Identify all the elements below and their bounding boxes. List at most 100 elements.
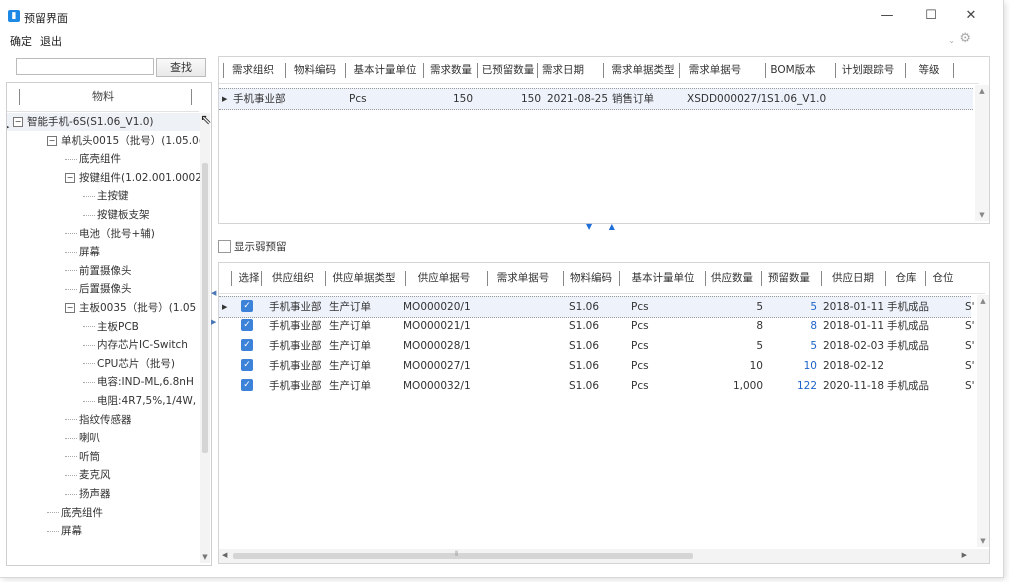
column-divider[interactable]: [487, 271, 488, 286]
supply-vertical-scrollbar[interactable]: ▲ ▼: [977, 295, 989, 547]
column-divider[interactable]: [765, 63, 766, 78]
column-header[interactable]: 物料编码: [289, 57, 341, 83]
tree-node[interactable]: 电容:IND-ML,6.8nH: [7, 373, 201, 391]
cell-reserve-qty[interactable]: 122: [773, 376, 817, 396]
column-divider[interactable]: [325, 271, 326, 286]
column-divider[interactable]: [423, 63, 424, 78]
tree-node[interactable]: CPU芯片（批号): [7, 355, 201, 373]
table-row[interactable]: ▶ 手机事业部 Pcs 150 150 2021-08-25 销售订单 XSDD…: [219, 88, 973, 110]
column-divider[interactable]: [405, 271, 406, 286]
collapse-icon[interactable]: −: [65, 172, 75, 183]
scroll-down-icon[interactable]: ▼: [200, 553, 210, 561]
tree-node[interactable]: 主按键: [7, 187, 201, 205]
tree-node[interactable]: 喇叭: [7, 429, 201, 447]
column-header[interactable]: 供应组织: [265, 263, 321, 293]
column-divider[interactable]: [285, 63, 286, 78]
column-divider[interactable]: [191, 89, 192, 105]
column-divider[interactable]: [261, 271, 262, 286]
table-row[interactable]: ✓ 手机事业部 生产订单 MO000027/1 S1.06 Pcs 10 10 2018-02-…: [219, 356, 975, 376]
menu-confirm[interactable]: 确定: [10, 33, 32, 49]
column-header[interactable]: 选择: [235, 263, 263, 293]
column-divider[interactable]: [953, 63, 954, 78]
column-divider[interactable]: [885, 271, 886, 286]
select-checkbox[interactable]: ✓: [241, 339, 253, 351]
column-header[interactable]: 计划跟踪号: [839, 57, 897, 83]
column-header[interactable]: 等级: [909, 57, 949, 83]
scroll-up-icon[interactable]: ▲: [975, 87, 989, 95]
column-header[interactable]: 仓位: [929, 263, 957, 293]
cell-reserve-qty[interactable]: 10: [773, 356, 817, 376]
select-checkbox[interactable]: ✓: [241, 300, 253, 312]
tree-node[interactable]: 扬声器: [7, 485, 201, 503]
tree-node[interactable]: 电池（批号+辅): [7, 225, 201, 243]
column-divider[interactable]: [537, 63, 538, 78]
scroll-left-icon[interactable]: ◀: [222, 551, 227, 559]
cell-reserve-qty[interactable]: 5: [773, 297, 817, 317]
column-header[interactable]: 供应数量: [709, 263, 755, 293]
select-checkbox[interactable]: ✓: [241, 359, 253, 371]
tree-vertical-scrollbar[interactable]: ▼: [200, 113, 210, 563]
tree-node[interactable]: 按键板支架: [7, 206, 201, 224]
tree-node[interactable]: 指纹传感器: [7, 411, 201, 429]
chevron-up-icon[interactable]: ▲: [609, 222, 615, 231]
column-divider[interactable]: [477, 63, 478, 78]
checkbox[interactable]: [218, 240, 231, 253]
column-divider[interactable]: [835, 63, 836, 78]
column-header[interactable]: 需求数量: [427, 57, 475, 83]
chevron-down-icon[interactable]: ▼: [586, 222, 592, 231]
splitter-right-icon[interactable]: ▶: [211, 318, 216, 326]
column-divider[interactable]: [231, 271, 232, 286]
tree-node[interactable]: 内存芯片IC-Switch: [7, 336, 201, 354]
scroll-down-icon[interactable]: ▼: [977, 537, 989, 545]
column-header[interactable]: 需求单据号: [683, 57, 747, 83]
tree-node[interactable]: 屏幕: [7, 243, 201, 261]
table-row[interactable]: ✓ 手机事业部 生产订单 MO000028/1 S1.06 Pcs 5 5 2018-02-03…: [219, 336, 975, 356]
close-button[interactable]: ✕: [958, 6, 984, 26]
supply-horizontal-scrollbar[interactable]: ◀ ⦀ ▶: [219, 549, 989, 563]
dropdown-chevron-icon[interactable]: ⌄: [948, 36, 955, 45]
maximize-button[interactable]: ☐: [918, 6, 944, 26]
scroll-down-icon[interactable]: ▼: [975, 211, 989, 219]
column-header[interactable]: 预留数量: [765, 263, 813, 293]
cell-reserve-qty[interactable]: 5: [773, 336, 817, 356]
collapse-toggle[interactable]: ▼ ▲: [586, 222, 615, 231]
column-header[interactable]: 供应单据号: [409, 263, 479, 293]
scroll-up-icon[interactable]: ▲: [977, 297, 989, 305]
menu-exit[interactable]: 退出: [40, 33, 62, 49]
table-row[interactable]: ▶ ✓ 手机事业部 生产订单 MO000020/1 S1.06 Pcs 5 5 2018-01-1…: [219, 296, 975, 318]
column-divider[interactable]: [603, 63, 604, 78]
tree-node[interactable]: 前置摄像头: [7, 262, 201, 280]
column-header[interactable]: 基本计量单位: [623, 263, 703, 293]
column-header[interactable]: 供应日期: [825, 263, 881, 293]
column-divider[interactable]: [563, 271, 564, 286]
collapse-icon[interactable]: −: [47, 135, 57, 146]
tree-node[interactable]: − 按键组件(1.02.001.0002: [7, 169, 201, 187]
column-divider[interactable]: [925, 271, 926, 286]
column-divider[interactable]: [761, 271, 762, 286]
column-header[interactable]: 仓库: [889, 263, 923, 293]
column-divider[interactable]: [705, 271, 706, 286]
tree-node[interactable]: − 主板0035（批号）(1.05: [7, 299, 201, 317]
tree-node[interactable]: 电阻:4R7,5%,1/4W,: [7, 392, 201, 410]
demand-vertical-scrollbar[interactable]: ▲ ▼: [975, 85, 989, 221]
tree-node[interactable]: 后置摄像头: [7, 280, 201, 298]
collapse-icon[interactable]: −: [65, 303, 75, 313]
select-checkbox[interactable]: ✓: [241, 319, 253, 331]
search-input[interactable]: [16, 58, 154, 75]
column-header[interactable]: BOM版本: [769, 57, 817, 83]
column-header[interactable]: 需求组织: [227, 57, 279, 83]
search-button[interactable]: 查找: [156, 58, 206, 77]
column-divider[interactable]: [223, 63, 224, 78]
column-header[interactable]: 需求日期: [541, 57, 585, 83]
scroll-thumb[interactable]: [202, 163, 208, 453]
tree-node[interactable]: 底壳组件: [7, 150, 201, 168]
scroll-thumb[interactable]: [233, 553, 693, 559]
tree-node[interactable]: ▶−智能手机-6S(S1.06_V1.0): [7, 113, 201, 131]
tree-node[interactable]: 主板PCB: [7, 318, 201, 336]
collapse-icon[interactable]: −: [13, 117, 23, 127]
column-header[interactable]: 需求单据号: [491, 263, 555, 293]
column-header[interactable]: 供应单据类型: [329, 263, 399, 293]
column-header[interactable]: 已预留数量: [481, 57, 535, 83]
gear-icon[interactable]: ⚙: [959, 31, 971, 46]
tree-node[interactable]: 屏幕: [7, 522, 201, 540]
